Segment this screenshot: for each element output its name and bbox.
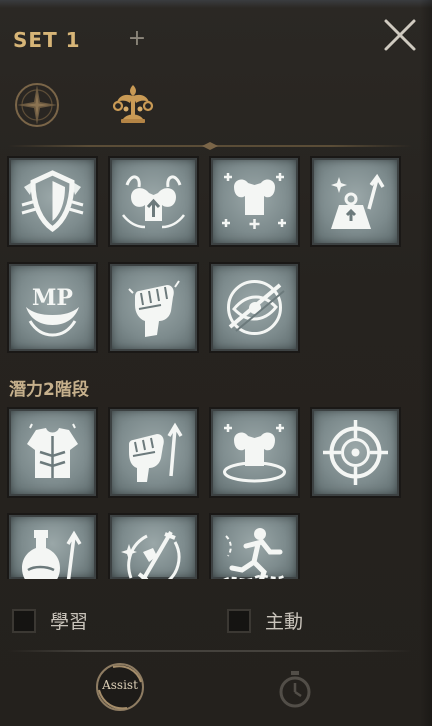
svg-text:MP: MP <box>32 285 73 311</box>
armor-vest-icon <box>27 423 78 478</box>
muscle-claw-up-icon <box>122 175 185 229</box>
mp-jaw-icon: MP <box>26 285 79 337</box>
runner-chain-icon <box>223 528 285 579</box>
skill-slot[interactable] <box>108 156 199 247</box>
assist-label: Assist <box>102 678 138 692</box>
skill-grid-basic: MP <box>7 156 401 353</box>
eye-slash-icon <box>227 280 285 335</box>
golden-tree-emblem-icon <box>112 85 154 123</box>
potion-arrow-icon <box>22 530 82 579</box>
category-tab-compass[interactable] <box>11 79 63 131</box>
skill-slot[interactable] <box>209 407 300 498</box>
learn-option[interactable]: 學習 <box>12 607 88 634</box>
skill-slot[interactable] <box>310 407 401 498</box>
skill-grid-potential <box>7 407 401 579</box>
active-option[interactable]: 主動 <box>227 607 303 634</box>
divider-ornament-icon <box>202 142 218 150</box>
assist-button[interactable]: Assist <box>93 660 147 714</box>
active-label: 主動 <box>265 611 304 633</box>
skill-slot[interactable] <box>209 513 300 579</box>
skill-slot[interactable] <box>108 513 199 579</box>
skill-slot[interactable] <box>108 407 199 498</box>
skill-slot[interactable] <box>209 262 300 353</box>
skill-slot[interactable] <box>7 407 98 498</box>
add-set-button[interactable]: + <box>126 28 148 50</box>
close-button[interactable] <box>382 17 418 53</box>
fist-icon <box>128 280 180 337</box>
muscle-ring-icon <box>223 424 286 483</box>
skill-set-panel: SET 1 + MP 潛力2階段 學習 主動 Assist <box>0 0 432 726</box>
header-divider <box>8 142 412 150</box>
learn-checkbox[interactable] <box>12 608 36 633</box>
fist-arrow-up-icon <box>129 422 183 482</box>
footer-divider <box>8 650 412 652</box>
muscle-sparkle-icon <box>222 173 286 229</box>
section-label-potential: 潛力2階段 <box>9 380 89 400</box>
sword-shield-cycle-icon <box>121 530 181 579</box>
skill-slot[interactable] <box>209 156 300 247</box>
timer-button[interactable] <box>276 669 314 709</box>
compass-star-icon <box>15 83 59 127</box>
learn-label: 學習 <box>50 611 89 633</box>
stopwatch-icon <box>279 671 311 708</box>
skill-slot[interactable] <box>108 262 199 353</box>
shield-wings-icon <box>21 170 84 233</box>
skill-slot[interactable] <box>310 156 401 247</box>
weight-arrow-up-icon <box>331 173 385 229</box>
skill-slot[interactable] <box>7 513 98 579</box>
skill-slot[interactable] <box>7 156 98 247</box>
skill-slot[interactable]: MP <box>7 262 98 353</box>
category-tab-emblem[interactable] <box>107 79 159 131</box>
active-checkbox[interactable] <box>227 608 251 633</box>
crosshair-target-icon <box>323 420 388 485</box>
close-x-icon <box>384 19 416 51</box>
set-title[interactable]: SET 1 <box>13 28 81 52</box>
